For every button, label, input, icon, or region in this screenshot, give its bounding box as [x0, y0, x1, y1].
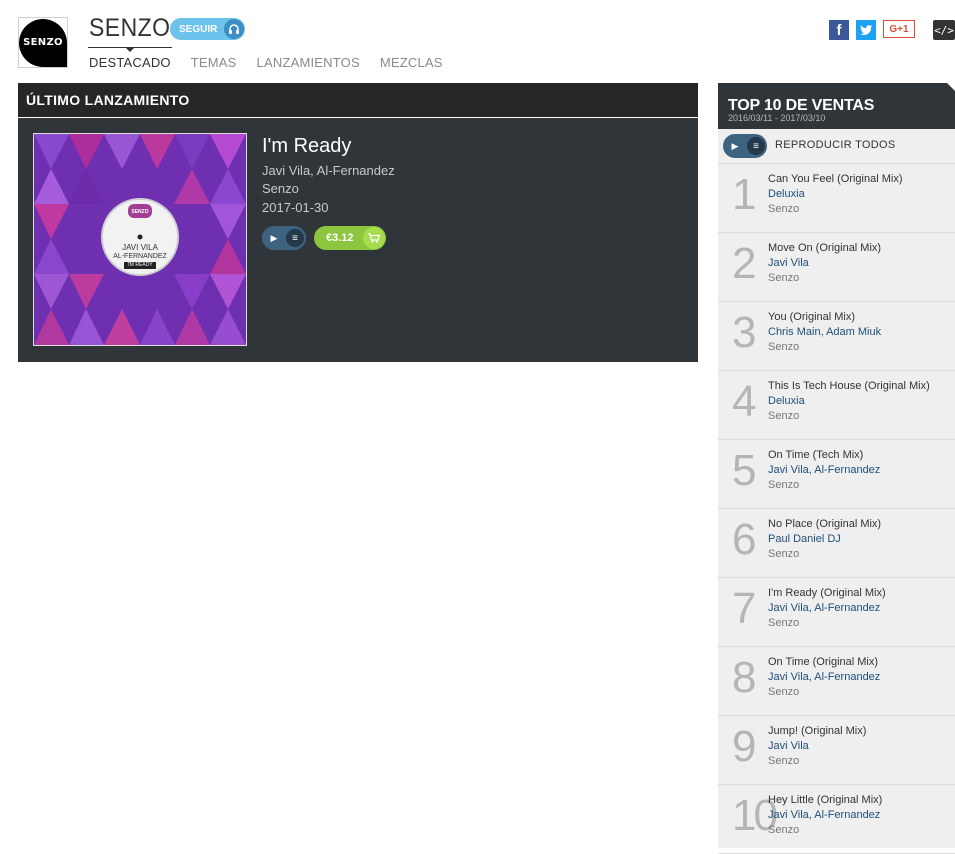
release-cover-art[interactable]: SENZO JAVI VILA AL-FERNANDEZ I'M READY [33, 133, 247, 346]
chart-rank: 9 [732, 722, 757, 771]
tab-temas[interactable]: TEMAS [191, 55, 237, 73]
chart-item[interactable]: 6 No Place (Original Mix) Paul Daniel DJ… [718, 509, 955, 578]
play-icon[interactable]: ▶ [723, 134, 747, 158]
play-icon[interactable]: ▶ [262, 226, 286, 250]
label-logo[interactable]: SENZO [18, 17, 68, 68]
track-title[interactable]: I'm Ready (Original Mix) [768, 587, 886, 599]
latest-release-heading: ÚLTIMO LANZAMIENTO [18, 83, 698, 118]
track-title[interactable]: On Time (Original Mix) [768, 656, 878, 668]
track-title[interactable]: No Place (Original Mix) [768, 518, 881, 530]
release-date: 2017-01-30 [262, 200, 329, 215]
track-artists[interactable]: Paul Daniel DJ [768, 533, 841, 545]
tab-lanzamientos[interactable]: LANZAMIENTOS [257, 55, 360, 73]
twitter-share-icon[interactable] [856, 20, 876, 40]
top10-date-range: 2016/03/11 - 2017/03/10 [728, 113, 826, 123]
embed-code-button[interactable]: </> [933, 20, 955, 40]
release-title[interactable]: I'm Ready [262, 135, 351, 158]
top10-sales-panel: TOP 10 DE VENTAS 2016/03/11 - 2017/03/10… [718, 83, 955, 854]
release-artists[interactable]: Javi Vila, Al-Fernandez [262, 163, 395, 178]
track-title[interactable]: Can You Feel (Original Mix) [768, 173, 903, 185]
track-label[interactable]: Senzo [768, 548, 799, 560]
track-label[interactable]: Senzo [768, 755, 799, 767]
play-all-row: ▶ ≡ REPRODUCIR TODOS [718, 129, 955, 164]
track-label[interactable]: Senzo [768, 686, 799, 698]
chart-rank: 1 [732, 170, 757, 219]
play-all-controls: ▶ ≡ [723, 134, 767, 158]
chart-item[interactable]: 5 On Time (Tech Mix) Javi Vila, Al-Ferna… [718, 440, 955, 509]
headphones-icon [224, 19, 244, 39]
follow-button-label: SEGUIR [179, 23, 218, 35]
track-artists[interactable]: Javi Vila, Al-Fernandez [768, 602, 880, 614]
chart-rank: 5 [732, 446, 757, 495]
track-title[interactable]: On Time (Tech Mix) [768, 449, 863, 461]
cart-icon [363, 227, 385, 249]
track-title[interactable]: You (Original Mix) [768, 311, 855, 323]
release-price: €3.12 [326, 232, 354, 244]
chart-rank: 6 [732, 515, 757, 564]
track-label[interactable]: Senzo [768, 824, 799, 836]
label-logo-text: SENZO [19, 18, 67, 67]
chart-rank: 4 [732, 377, 757, 426]
queue-list-icon[interactable]: ≡ [286, 229, 304, 247]
track-label[interactable]: Senzo [768, 410, 799, 422]
track-artists[interactable]: Javi Vila [768, 257, 809, 269]
chart-item[interactable]: 8 On Time (Original Mix) Javi Vila, Al-F… [718, 647, 955, 716]
buy-release-button[interactable]: €3.12 [314, 226, 386, 250]
track-artists[interactable]: Javi Vila [768, 740, 809, 752]
track-artists[interactable]: Chris Main, Adam Miuk [768, 326, 881, 338]
google-plus-share-button[interactable]: G+1 [883, 20, 915, 38]
top10-header: TOP 10 DE VENTAS 2016/03/11 - 2017/03/10 [718, 83, 955, 129]
chart-rank: 3 [732, 308, 757, 357]
chart-rank: 2 [732, 239, 757, 288]
track-artists[interactable]: Javi Vila, Al-Fernandez [768, 809, 880, 821]
track-artists[interactable]: Javi Vila, Al-Fernandez [768, 464, 880, 476]
chart-item[interactable]: 2 Move On (Original Mix) Javi Vila Senzo [718, 233, 955, 302]
top10-track-list: 1 Can You Feel (Original Mix) Deluxia Se… [718, 164, 955, 854]
track-artists[interactable]: Deluxia [768, 395, 805, 407]
track-artists[interactable]: Deluxia [768, 188, 805, 200]
label-nav-tabs: DESTACADO TEMAS LANZAMIENTOS MEZCLAS [88, 47, 463, 73]
queue-list-icon[interactable]: ≡ [747, 137, 765, 155]
track-label[interactable]: Senzo [768, 203, 799, 215]
track-title[interactable]: Jump! (Original Mix) [768, 725, 866, 737]
tab-destacado[interactable]: DESTACADO [88, 47, 172, 73]
track-label[interactable]: Senzo [768, 272, 799, 284]
cover-artist-line1: JAVI VILA [122, 243, 158, 252]
cover-artist-line2: AL-FERNANDEZ [113, 253, 167, 260]
track-title[interactable]: Move On (Original Mix) [768, 242, 881, 254]
cover-logo-text: SENZO [131, 209, 149, 215]
track-artists[interactable]: Javi Vila, Al-Fernandez [768, 671, 880, 683]
chart-rank: 8 [732, 653, 757, 702]
chart-rank: 7 [732, 584, 757, 633]
track-label[interactable]: Senzo [768, 617, 799, 629]
chart-item[interactable]: 4 This Is Tech House (Original Mix) Delu… [718, 371, 955, 440]
follow-button[interactable]: SEGUIR [170, 18, 245, 40]
track-title[interactable]: Hey Little (Original Mix) [768, 794, 882, 806]
cover-title-text: I'M READY [124, 262, 156, 269]
release-player-controls: ▶ ≡ [262, 226, 306, 250]
chart-item[interactable]: 10 Hey Little (Original Mix) Javi Vila, … [718, 785, 955, 854]
track-label[interactable]: Senzo [768, 341, 799, 353]
chart-item[interactable]: 3 You (Original Mix) Chris Main, Adam Mi… [718, 302, 955, 371]
cover-pattern [34, 134, 246, 345]
facebook-share-icon[interactable]: f [829, 20, 849, 40]
chart-item[interactable]: 9 Jump! (Original Mix) Javi Vila Senzo [718, 716, 955, 785]
tab-mezclas[interactable]: MEZCLAS [380, 55, 443, 73]
chart-item[interactable]: 7 I'm Ready (Original Mix) Javi Vila, Al… [718, 578, 955, 647]
latest-release-panel: ÚLTIMO LANZAMIENTO SENZO JAVI VILA AL-FE… [18, 83, 698, 362]
label-name: SENZO [89, 14, 171, 42]
track-title[interactable]: This Is Tech House (Original Mix) [768, 380, 930, 392]
release-label[interactable]: Senzo [262, 181, 299, 196]
track-label[interactable]: Senzo [768, 479, 799, 491]
chart-item[interactable]: 1 Can You Feel (Original Mix) Deluxia Se… [718, 164, 955, 233]
play-all-label[interactable]: REPRODUCIR TODOS [775, 139, 896, 151]
